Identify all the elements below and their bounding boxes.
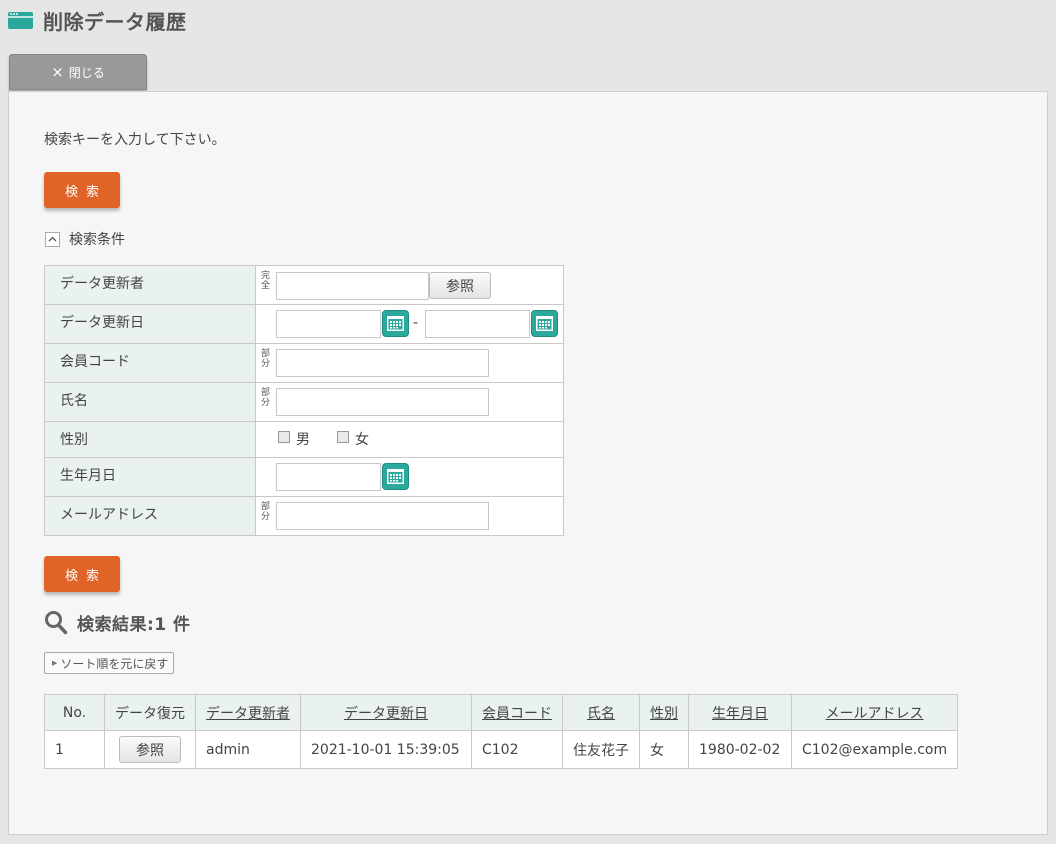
cell-email: C102@example.com <box>790 730 959 769</box>
match-mode-label: 部分 <box>261 349 271 369</box>
column-header-name[interactable]: 氏名 <box>562 694 640 731</box>
sort-reset-label: ソート順を元に戻す <box>60 656 169 671</box>
page-title: 削除データ履歴 <box>43 9 187 34</box>
name-label: 氏名 <box>44 382 256 422</box>
column-header-no: No. <box>44 694 105 731</box>
column-header-birthday[interactable]: 生年月日 <box>688 694 792 731</box>
search-conditions-toggle[interactable]: 検索条件 <box>45 229 125 249</box>
gender-male-label[interactable]: 男 <box>296 429 310 449</box>
cell-updated: 2021-10-01 15:39:05 <box>300 730 472 769</box>
main-panel: 検索キーを入力して下さい。 検索 検索条件 データ更新者 完全 参照 データ更新… <box>8 91 1048 835</box>
cell-gender: 女 <box>639 730 689 769</box>
result-count-title: 検索結果:1 件 <box>77 615 191 635</box>
column-header-gender[interactable]: 性別 <box>639 694 689 731</box>
member-code-input[interactable] <box>276 349 489 377</box>
sort-reset-button[interactable]: ▶ ソート順を元に戻す <box>44 652 174 674</box>
column-header-restore: データ復元 <box>104 694 196 731</box>
cell-member-code: C102 <box>471 730 563 769</box>
update-date-from-input[interactable] <box>276 310 381 338</box>
email-input[interactable] <box>276 502 489 530</box>
chevron-up-icon <box>45 231 60 247</box>
page-header: 削除データ履歴 <box>8 6 187 34</box>
condition-row-update-date: データ更新日 - <box>44 304 564 344</box>
result-header: 検索結果:1 件 <box>44 610 191 635</box>
updater-input[interactable] <box>276 272 429 300</box>
close-icon: × <box>51 63 64 81</box>
window-icon <box>8 11 33 29</box>
date-range-separator: - <box>413 315 419 331</box>
condition-row-updater: データ更新者 完全 参照 <box>44 265 564 305</box>
email-label: メールアドレス <box>44 496 256 536</box>
condition-row-name: 氏名 部分 <box>44 382 564 422</box>
cell-restore: 参照 <box>104 730 196 769</box>
condition-row-gender: 性別 男 女 <box>44 421 564 458</box>
cell-no: 1 <box>44 730 105 769</box>
updater-label: データ更新者 <box>44 265 256 305</box>
gender-label: 性別 <box>44 421 256 458</box>
close-button-label: 閉じる <box>68 65 105 80</box>
name-input[interactable] <box>276 388 489 416</box>
gender-female-label[interactable]: 女 <box>355 429 369 449</box>
results-header-row: No. データ復元 データ更新者 データ更新日 会員コード 氏名 性別 生年月日… <box>44 694 959 731</box>
update-date-label: データ更新日 <box>44 304 256 344</box>
condition-row-member-code: 会員コード 部分 <box>44 343 564 383</box>
search-conditions-table: データ更新者 完全 参照 データ更新日 - 会員コード 部分 氏名 部分 性別 … <box>44 265 564 536</box>
match-mode-label: 完全 <box>261 271 271 291</box>
cell-name: 住友花子 <box>562 730 640 769</box>
search-conditions-label: 検索条件 <box>69 232 125 248</box>
gender-female-checkbox[interactable] <box>337 431 349 443</box>
calendar-icon[interactable] <box>531 310 558 337</box>
search-instruction: 検索キーを入力して下さい。 <box>44 132 226 148</box>
birthday-input[interactable] <box>276 463 381 491</box>
table-row: 1 参照 admin 2021-10-01 15:39:05 C102 住友花子… <box>44 730 959 769</box>
match-mode-label: 部分 <box>261 388 271 408</box>
condition-row-email: メールアドレス 部分 <box>44 496 564 536</box>
cell-updater: admin <box>195 730 301 769</box>
column-header-updated[interactable]: データ更新日 <box>300 694 472 731</box>
update-date-to-input[interactable] <box>425 310 530 338</box>
column-header-member-code[interactable]: 会員コード <box>471 694 563 731</box>
column-header-updater[interactable]: データ更新者 <box>195 694 301 731</box>
search-icon <box>45 611 68 635</box>
results-table: No. データ復元 データ更新者 データ更新日 会員コード 氏名 性別 生年月日… <box>44 694 959 769</box>
gender-male-checkbox[interactable] <box>278 431 290 443</box>
column-header-email[interactable]: メールアドレス <box>790 694 959 731</box>
triangle-right-icon: ▶ <box>52 659 58 667</box>
match-mode-label: 部分 <box>261 502 271 522</box>
cell-birthday: 1980-02-02 <box>688 730 792 769</box>
search-button-bottom[interactable]: 検索 <box>44 556 120 592</box>
calendar-icon[interactable] <box>382 310 409 337</box>
restore-reference-button[interactable]: 参照 <box>119 736 181 763</box>
calendar-icon[interactable] <box>382 463 409 490</box>
updater-reference-button[interactable]: 参照 <box>429 272 491 299</box>
member-code-label: 会員コード <box>44 343 256 383</box>
search-button-top[interactable]: 検索 <box>44 172 120 208</box>
condition-row-birthday: 生年月日 <box>44 457 564 497</box>
close-button[interactable]: × 閉じる <box>9 54 147 90</box>
birthday-label: 生年月日 <box>44 457 256 497</box>
